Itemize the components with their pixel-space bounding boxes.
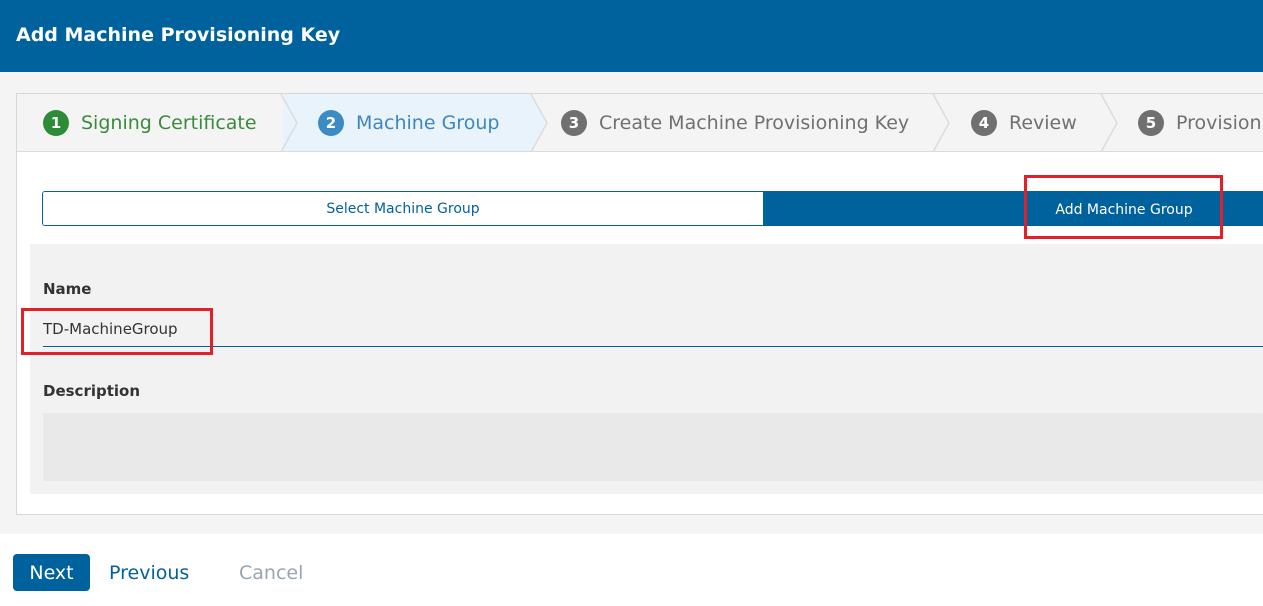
step-number-badge: 2 xyxy=(318,110,344,136)
step-number-badge: 4 xyxy=(971,110,997,136)
highlight-box xyxy=(21,308,213,355)
step-label: Signing Certificate xyxy=(81,112,257,134)
cancel-button[interactable]: Cancel xyxy=(239,562,303,584)
next-button[interactable]: Next xyxy=(13,554,90,591)
step-number-badge: 3 xyxy=(561,110,587,136)
step-separator-icon xyxy=(1100,94,1118,151)
step-label: Review xyxy=(1009,112,1077,134)
step-label: Machine Group xyxy=(356,112,500,134)
step-separator-icon xyxy=(530,94,548,151)
wizard-steps: 1 Signing Certificate 2 Machine Group 3 … xyxy=(17,94,1263,152)
dialog-header: Add Machine Provisioning Key xyxy=(0,0,1263,72)
previous-button[interactable]: Previous xyxy=(109,562,189,584)
description-field-label: Description xyxy=(43,382,141,400)
step-review[interactable]: 4 Review xyxy=(971,94,1077,151)
step-separator-icon xyxy=(280,94,298,151)
step-separator-icon xyxy=(932,94,950,151)
step-label: Provisioni xyxy=(1176,112,1263,134)
step-machine-group[interactable]: 2 Machine Group xyxy=(318,94,500,151)
name-input-underline xyxy=(43,346,1263,347)
name-field-label: Name xyxy=(43,280,92,298)
dialog-title: Add Machine Provisioning Key xyxy=(16,24,341,46)
step-label: Create Machine Provisioning Key xyxy=(599,112,910,134)
step-provisioning[interactable]: 5 Provisioni xyxy=(1138,94,1263,151)
description-textarea[interactable] xyxy=(43,413,1263,481)
step-create-machine-provisioning-key[interactable]: 3 Create Machine Provisioning Key xyxy=(561,94,910,151)
step-number-badge: 5 xyxy=(1138,110,1164,136)
step-signing-certificate[interactable]: 1 Signing Certificate xyxy=(43,94,257,151)
step-number-badge: 1 xyxy=(43,110,69,136)
select-machine-group-button[interactable]: Select Machine Group xyxy=(43,192,763,225)
highlight-box xyxy=(1024,175,1223,239)
